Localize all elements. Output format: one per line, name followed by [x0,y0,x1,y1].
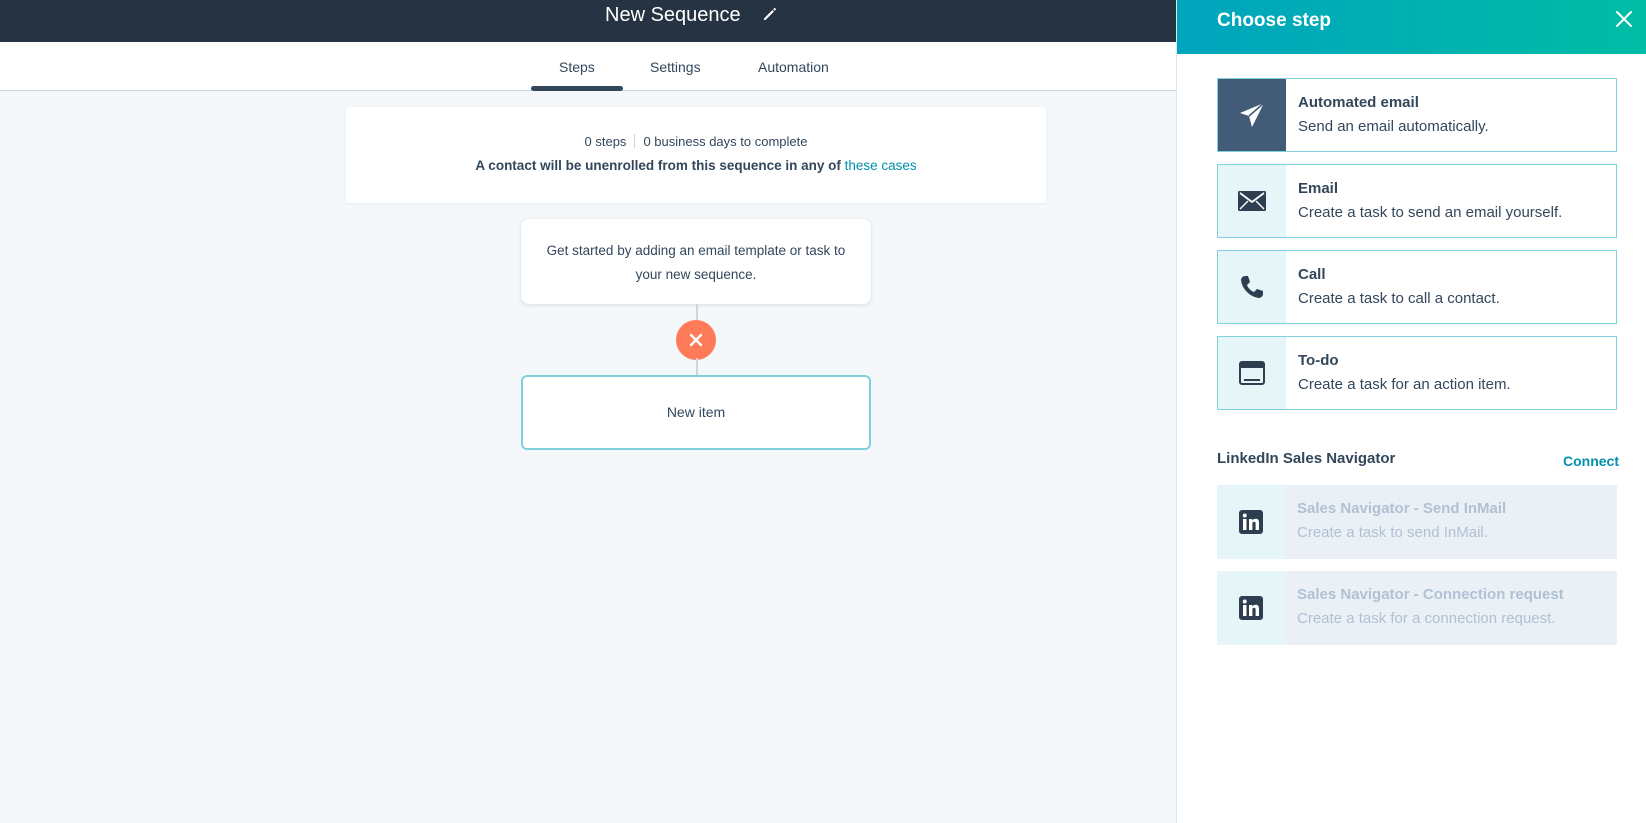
these-cases-link[interactable]: these cases [845,158,917,173]
tab-settings[interactable]: Settings [650,58,701,76]
linkedin-icon [1217,485,1285,559]
todo-icon [1218,337,1286,409]
linkedin-section-heading: LinkedIn Sales Navigator [1217,450,1396,467]
envelope-icon [1218,165,1286,237]
step-option-send-inmail: Sales Navigator - Send InMail Create a t… [1217,485,1617,559]
active-tab-indicator [531,86,623,91]
tab-steps[interactable]: Steps [559,58,595,76]
sequence-title: New Sequence [605,4,741,26]
phone-icon [1218,251,1286,323]
remove-step-button[interactable] [676,320,716,360]
paper-plane-icon [1218,79,1286,151]
step-option-todo[interactable]: To-do Create a task for an action item. [1217,336,1617,410]
business-days: 0 business days to complete [643,134,808,149]
choose-step-panel: Choose step Automated email Send an emai… [1176,0,1646,823]
step-description: Create a task to call a contact. [1298,290,1500,307]
tab-bar: Steps Settings Automation [0,42,1176,91]
close-icon [689,333,703,347]
step-option-email[interactable]: Email Create a task to send an email you… [1217,164,1617,238]
unenroll-notice: A contact will be unenrolled from this s… [346,158,1046,173]
tab-automation[interactable]: Automation [758,58,829,76]
panel-title: Choose step [1217,10,1332,31]
step-option-connection-request: Sales Navigator - Connection request Cre… [1217,571,1617,645]
step-description: Create a task for a connection request. [1297,610,1556,627]
sequence-summary-card: 0 steps 0 business days to complete A con… [346,107,1046,203]
step-option-call[interactable]: Call Create a task to call a contact. [1217,250,1617,324]
step-description: Create a task to send an email yourself. [1298,204,1563,221]
steps-count: 0 steps [584,134,627,149]
step-title: Email [1298,180,1339,197]
new-item-placeholder[interactable]: New item [521,375,871,450]
close-icon[interactable] [1613,8,1635,30]
step-title: Sales Navigator - Connection request [1297,586,1564,603]
sequence-stats: 0 steps 0 business days to complete [346,134,1046,149]
unenroll-text: A contact will be unenrolled from this s… [475,158,841,173]
panel-header: Choose step [1177,0,1646,54]
linkedin-connect-link[interactable]: Connect [1563,453,1619,469]
top-bar: New Sequence [0,0,1176,42]
step-description: Create a task for an action item. [1298,376,1511,393]
stats-divider [634,134,636,148]
pencil-icon[interactable] [762,6,778,22]
step-description: Send an email automatically. [1298,118,1489,135]
step-title: Sales Navigator - Send InMail [1297,500,1507,517]
linkedin-icon [1217,571,1285,645]
connector-line [696,358,698,376]
step-option-automated-email[interactable]: Automated email Send an email automatica… [1217,78,1617,152]
get-started-card: Get started by adding an email template … [521,219,871,304]
step-title: Automated email [1298,94,1419,111]
step-title: To-do [1298,352,1339,369]
step-title: Call [1298,266,1326,283]
step-description: Create a task to send InMail. [1297,524,1488,541]
